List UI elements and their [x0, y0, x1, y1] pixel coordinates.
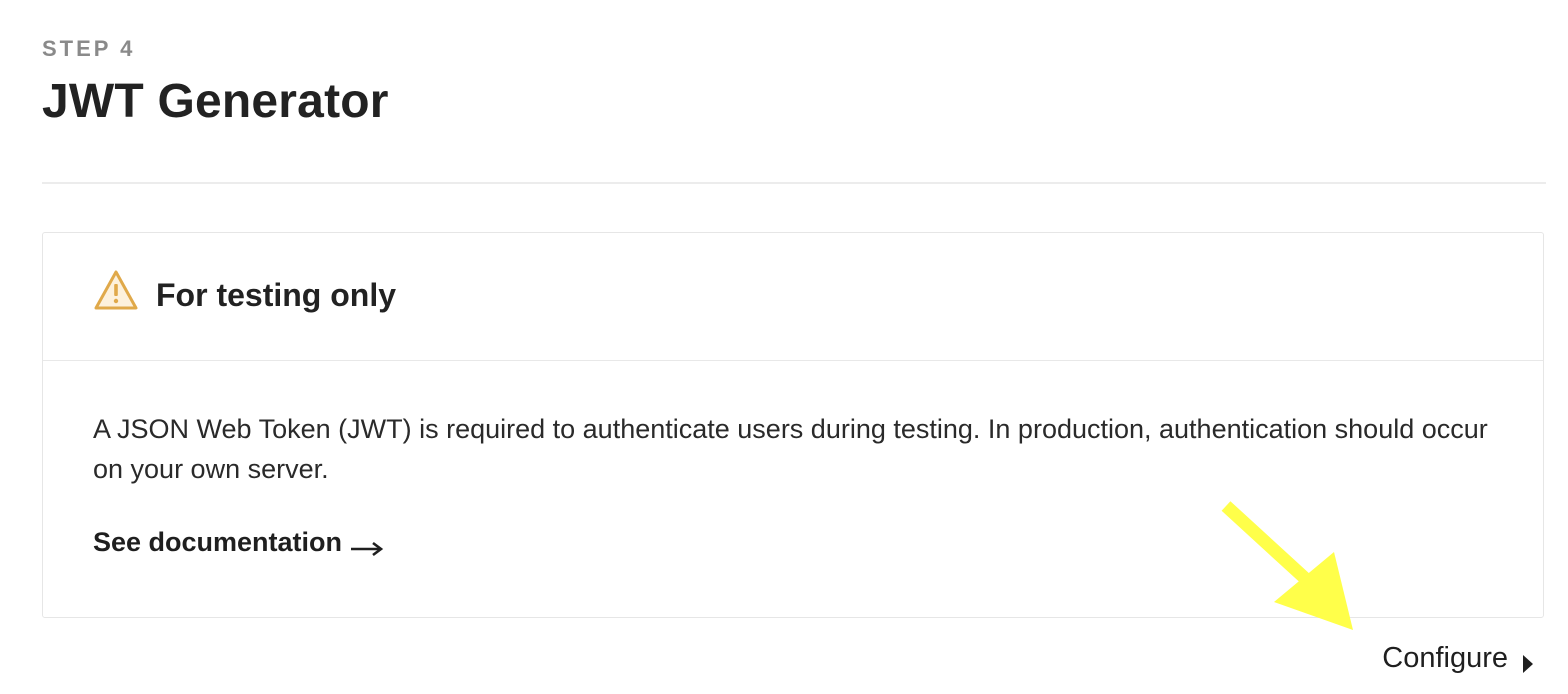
configure-button[interactable]: Configure — [1382, 642, 1534, 675]
page: STEP 4 JWT Generator For testing only A … — [0, 0, 1568, 694]
card-title: For testing only — [156, 277, 396, 313]
see-documentation-label: See documentation — [93, 527, 343, 557]
warning-icon — [93, 269, 139, 311]
configure-label: Configure — [1382, 642, 1508, 674]
page-title: JWT Generator — [42, 75, 389, 128]
caret-right-icon — [1522, 649, 1534, 673]
arrow-right-icon — [350, 534, 384, 556]
step-label: STEP 4 — [42, 36, 136, 61]
divider — [42, 182, 1546, 184]
testing-notice-card: For testing only A JSON Web Token (JWT) … — [42, 232, 1544, 618]
card-header: For testing only — [43, 233, 1543, 361]
see-documentation-link[interactable]: See documentation — [93, 527, 384, 558]
card-description: A JSON Web Token (JWT) is required to au… — [93, 414, 1488, 484]
